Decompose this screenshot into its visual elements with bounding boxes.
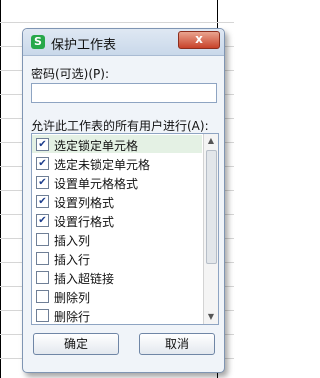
grid-line	[0, 22, 234, 23]
password-input[interactable]	[31, 83, 217, 103]
permission-checkbox[interactable]: ✔	[36, 195, 49, 208]
list-scrollbar[interactable]: ▲ ▼	[203, 134, 218, 324]
permission-label: 选定锁定单元格	[54, 139, 139, 153]
permission-checkbox[interactable]	[36, 252, 49, 265]
close-icon: x	[195, 32, 203, 46]
ok-button[interactable]: 确定	[33, 333, 119, 355]
grid-line	[0, 0, 1, 378]
permission-checkbox[interactable]	[36, 290, 49, 303]
permission-label: 设置单元格格式	[54, 177, 139, 191]
permission-item[interactable]: 插入超链接	[32, 268, 202, 286]
dialog-titlebar[interactable]: S 保护工作表 x	[23, 29, 224, 56]
permission-label: 删除行	[54, 310, 91, 324]
permission-label: 插入超链接	[54, 272, 115, 286]
permission-checkbox[interactable]	[36, 233, 49, 246]
permission-checkbox[interactable]	[36, 309, 49, 322]
permissions-list[interactable]: ▲ ▼ ✔ 选定锁定单元格 ✔ 选定未锁定单元格 ✔ 设置单元格格式 ✔ 设置列格式 ✔ 设置行格…	[31, 133, 219, 325]
permission-label: 设置行格式	[54, 215, 115, 229]
permission-item[interactable]: 删除列	[32, 287, 202, 305]
permission-item[interactable]: 删除行	[32, 306, 202, 324]
protect-sheet-dialog: S 保护工作表 x 密码(可选)(P): 允许此工作表的所有用户进行(A): ▲…	[22, 28, 225, 373]
permission-label: 插入行	[54, 253, 91, 267]
permission-item[interactable]: 插入列	[32, 230, 202, 248]
permission-label: 设置列格式	[54, 196, 115, 210]
wps-app-icon: S	[31, 35, 45, 49]
permission-item[interactable]: 插入行	[32, 249, 202, 267]
permission-item[interactable]: ✔ 选定未锁定单元格	[32, 154, 202, 172]
permission-checkbox[interactable]: ✔	[36, 138, 49, 151]
permission-item[interactable]: ✔ 选定锁定单元格	[32, 135, 202, 153]
password-label: 密码(可选)(P):	[31, 67, 110, 81]
permission-item[interactable]: ✔ 设置列格式	[32, 192, 202, 210]
scroll-thumb[interactable]	[206, 150, 217, 264]
scroll-down-icon[interactable]: ▼	[206, 312, 216, 322]
scroll-up-icon[interactable]: ▲	[206, 136, 216, 146]
permission-item[interactable]: ✔ 设置行格式	[32, 211, 202, 229]
permission-checkbox[interactable]: ✔	[36, 157, 49, 170]
permission-checkbox[interactable]	[36, 271, 49, 284]
dialog-title: 保护工作表	[51, 38, 117, 53]
permission-checkbox[interactable]: ✔	[36, 176, 49, 189]
permission-checkbox[interactable]: ✔	[36, 214, 49, 227]
cancel-button[interactable]: 取消	[139, 333, 215, 355]
permission-label: 删除列	[54, 291, 91, 305]
permission-item[interactable]: ✔ 设置单元格格式	[32, 173, 202, 191]
permission-label: 插入列	[54, 234, 91, 248]
permissions-label: 允许此工作表的所有用户进行(A):	[31, 119, 209, 133]
permission-label: 选定未锁定单元格	[54, 158, 151, 172]
close-button[interactable]: x	[178, 31, 220, 49]
